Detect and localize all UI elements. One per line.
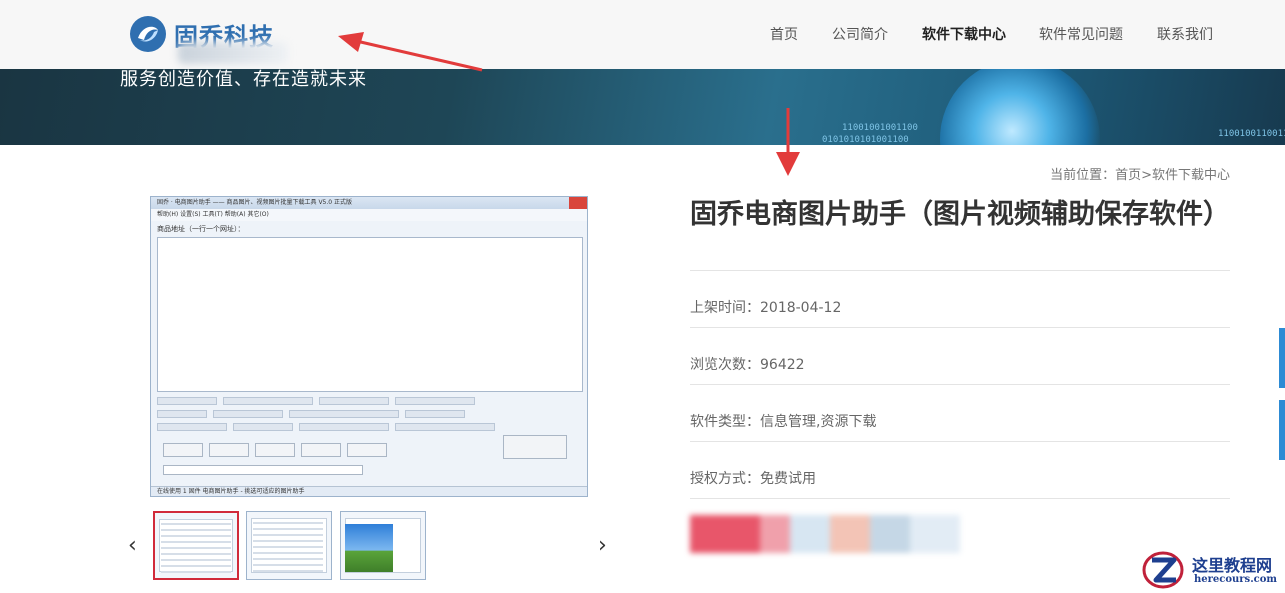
site-header: 固乔科技 首页 公司简介 软件下载中心 软件常见问题 联系我们 [0, 0, 1285, 69]
product-screenshot[interactable]: 固乔 · 电商图片助手 —— 商品图片、视频图片批量下载工具 V5.0 正式版 … [150, 196, 588, 497]
tree-landscape-image [345, 524, 393, 572]
blurred-region [178, 42, 288, 64]
watermark-en-text: herecours.com [1194, 574, 1278, 585]
divider [690, 441, 1230, 442]
annotation-arrow-icon [338, 32, 483, 72]
divider [690, 270, 1230, 271]
nav-item-home[interactable]: 首页 [770, 24, 798, 44]
blurred-download-button[interactable] [690, 515, 960, 553]
preview-input-label: 商品地址（一行一个网址）： [157, 225, 245, 233]
side-float-tab[interactable] [1279, 400, 1285, 460]
watermark-cn-text: 这里教程网 [1192, 556, 1273, 575]
software-type: 软件类型：信息管理,资源下载 [690, 411, 876, 431]
release-date-value: 2018-04-12 [760, 300, 842, 316]
thumbnail-1[interactable] [153, 511, 239, 580]
nav-item-faq[interactable]: 软件常见问题 [1039, 24, 1123, 44]
preview-path-field [163, 465, 363, 475]
thumbnail-3[interactable] [340, 511, 426, 580]
globe-graphic [940, 69, 1100, 145]
software-type-label: 软件类型： [690, 414, 760, 430]
preview-button [255, 443, 295, 457]
release-date: 上架时间：2018-04-12 [690, 297, 841, 317]
page: 固乔科技 首页 公司简介 软件下载中心 软件常见问题 联系我们 01010101… [0, 0, 1285, 593]
breadcrumb[interactable]: 当前位置：首页>软件下载中心 [1050, 164, 1230, 183]
nav-item-about[interactable]: 公司简介 [832, 24, 888, 44]
divider [690, 327, 1230, 328]
product-title: 固乔电商图片助手（图片视频辅助保存软件） [690, 199, 1230, 230]
carousel-next-button[interactable]: › [598, 533, 607, 558]
view-count: 浏览次数：96422 [690, 354, 805, 374]
preview-menu-bar: 帮助(H) 设置(S) 工具(T) 帮助(A) 其它(O) [151, 209, 587, 221]
license-type-value: 免费试用 [760, 471, 816, 487]
banner-binary-text: 11001001100110 [1218, 129, 1285, 139]
license-type: 授权方式：免费试用 [690, 468, 816, 488]
preview-button [209, 443, 249, 457]
release-date-label: 上架时间： [690, 300, 760, 316]
main-nav: 首页 公司简介 软件下载中心 软件常见问题 联系我们 [0, 24, 1285, 44]
carousel-prev-button[interactable]: ‹ [128, 533, 137, 558]
hero-banner: 0101010101001100 11001001001100 11001001… [0, 69, 1285, 145]
nav-item-contact[interactable]: 联系我们 [1157, 24, 1213, 44]
preview-window-title: 固乔 · 电商图片助手 —— 商品图片、视频图片批量下载工具 V5.0 正式版 [151, 197, 587, 209]
site-watermark: 这里教程网 herecours.com [1140, 548, 1285, 593]
preview-start-button [503, 435, 567, 459]
divider [690, 384, 1230, 385]
preview-button [347, 443, 387, 457]
view-count-label: 浏览次数： [690, 357, 760, 373]
software-type-value: 信息管理,资源下载 [760, 414, 877, 430]
annotation-arrow-icon [776, 108, 800, 176]
close-icon [569, 197, 587, 209]
banner-binary-text: 0101010101001100 [822, 135, 909, 145]
preview-button [301, 443, 341, 457]
banner-binary-text: 11001001001100 [842, 123, 918, 133]
view-count-value: 96422 [760, 357, 805, 373]
thumbnail-2[interactable] [246, 511, 332, 580]
side-float-tab[interactable] [1279, 328, 1285, 388]
divider [690, 498, 1230, 499]
preview-button [163, 443, 203, 457]
watermark-logo-icon [1142, 551, 1184, 589]
license-type-label: 授权方式： [690, 471, 760, 487]
preview-status-bar: 在线使用 1 固件 电商图片助手 - 挑选可适应的图片助手 [151, 486, 587, 496]
nav-item-downloads[interactable]: 软件下载中心 [922, 24, 1006, 44]
preview-text-area [157, 237, 583, 392]
